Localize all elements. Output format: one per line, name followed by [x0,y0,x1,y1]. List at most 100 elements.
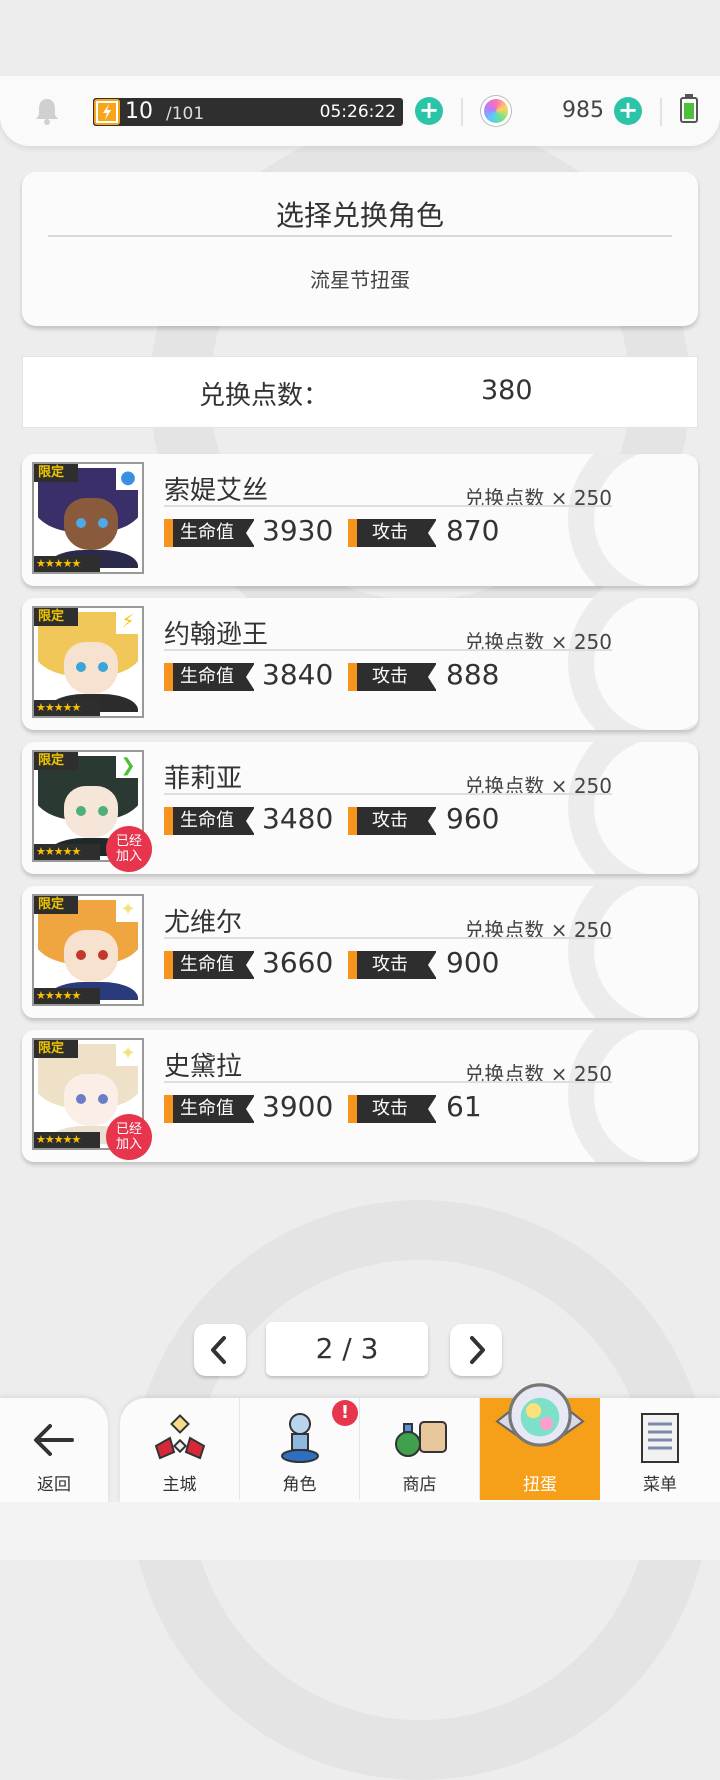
rarity-stars: ★★★★★ [34,556,100,572]
rarity-stars: ★★★★★ [34,988,100,1004]
attack-label: 攻击 [348,951,437,979]
nav-label: 角色 [282,1475,317,1495]
nav-item-menu[interactable]: 菜单 [600,1398,720,1500]
shop-bag-icon [395,1421,447,1457]
menu-list-icon [641,1413,679,1463]
gear-decoration [568,886,698,1018]
gear-decoration [568,454,698,586]
bottom-nav: 主城 ! 角色 商店 扭蛋 菜单 [120,1383,720,1504]
hp-label: 生命值 [164,807,255,835]
divider [164,793,612,795]
gem-count: 985 [562,98,604,123]
lightning-icon [94,99,120,125]
footer-bar [0,1502,720,1560]
stamina-bar: 10 /101 05:26:22 [93,98,403,126]
attack-label: 攻击 [348,807,437,835]
character-name: 尤维尔 [164,908,243,938]
divider [660,98,662,126]
divider [461,98,463,126]
back-button[interactable]: 返回 [0,1398,108,1504]
stamina-current: 10 [125,99,153,124]
limited-tag: 限定 [34,896,78,914]
character-row[interactable]: 限定 ❯ ★★★★★ 已经 加入 菲莉亚 兑换点数 × 250 生命值 3480 … [22,742,698,874]
prev-page-button[interactable] [194,1324,246,1376]
page-title: 选择兑换角色 [275,199,444,232]
back-label: 返回 [37,1475,71,1495]
nav-label: 商店 [402,1475,437,1495]
hp-label: 生命值 [164,951,255,979]
stamina-timer: 05:26:22 [319,102,396,122]
character-name: 菲莉亚 [164,764,243,794]
chevron-right-icon [470,1336,485,1364]
attack-value: 960 [446,802,500,835]
page-indicator: 2 / 3 [266,1322,428,1376]
element-light-icon: ✦ [116,898,140,922]
arrow-left-icon [34,1424,74,1456]
attack-label: 攻击 [348,519,437,547]
joined-badge: 已经 加入 [106,1114,152,1160]
hp-value: 3480 [262,802,334,835]
hp-label: 生命值 [164,1095,255,1123]
bell-icon[interactable] [32,96,62,126]
exchange-points-box: 兑换点数： 380 [22,356,698,428]
attack-value: 900 [446,946,500,979]
hp-value: 3660 [262,946,334,979]
character-row[interactable]: 限定 ✦ ★★★★★ 已经 加入 史黛拉 兑换点数 × 250 生命值 3900 … [22,1030,698,1162]
alert-badge: ! [332,1400,358,1426]
gear-decoration [568,598,698,730]
character-portrait: 限定 ✦ ★★★★★ [32,894,144,1006]
character-name: 索媞艾丝 [164,476,269,506]
limited-tag: 限定 [34,608,78,626]
gear-decoration [568,742,698,874]
rarity-stars: ★★★★★ [34,700,100,716]
divider [164,505,612,507]
hp-value: 3930 [262,514,334,547]
exchange-points-label: 兑换点数： [199,381,330,411]
nav-item-main-city[interactable]: 主城 [120,1398,240,1500]
element-water-icon: ● [116,466,140,490]
character-portrait: 限定 ● ★★★★★ [32,462,144,574]
divider [164,937,612,939]
rarity-stars: ★★★★★ [34,1132,100,1148]
attack-label: 攻击 [348,663,437,691]
nav-label: 菜单 [643,1475,677,1495]
hp-label: 生命值 [164,519,255,547]
divider [164,649,612,651]
add-gems-button[interactable]: + [614,97,642,125]
divider [164,1081,612,1083]
hp-label: 生命值 [164,663,255,691]
element-light-icon: ✦ [116,1042,140,1066]
attack-value: 61 [446,1090,482,1123]
gear-decoration [568,1030,698,1162]
gacha-name: 流星节扭蛋 [310,268,410,292]
nav-item-characters[interactable]: ! 角色 [240,1398,360,1500]
character-portrait: 限定 ⚡ ★★★★★ [32,606,144,718]
nav-item-shop[interactable]: 商店 [360,1398,480,1500]
character-icon [281,1413,319,1463]
nav-label: 主城 [162,1475,197,1495]
divider [48,235,672,237]
add-stamina-button[interactable]: + [415,97,443,125]
nav-label: 扭蛋 [523,1475,557,1495]
limited-tag: 限定 [34,464,78,482]
attack-value: 870 [446,514,500,547]
character-name: 约翰逊王 [164,620,269,650]
header-panel: 选择兑换角色 流星节扭蛋 [22,172,698,326]
attack-value: 888 [446,658,500,691]
next-page-button[interactable] [450,1324,502,1376]
attack-label: 攻击 [348,1095,437,1123]
chevron-left-icon [211,1336,226,1364]
gem-icon [481,96,511,126]
character-row[interactable]: 限定 ⚡ ★★★★★ 约翰逊王 兑换点数 × 250 生命值 3840 攻击 8… [22,598,698,730]
castle-icon [154,1414,206,1460]
limited-tag: 限定 [34,752,78,770]
stamina-max: /101 [166,104,205,124]
nav-item-gacha[interactable]: 扭蛋 [480,1383,600,1500]
rarity-stars: ★★★★★ [34,844,100,860]
character-row[interactable]: 限定 ✦ ★★★★★ 尤维尔 兑换点数 × 250 生命值 3660 攻击 90… [22,886,698,1018]
element-thunder-icon: ⚡ [116,610,140,634]
gacha-crystal-icon [495,1383,585,1447]
joined-badge: 已经 加入 [106,826,152,872]
character-row[interactable]: 限定 ● ★★★★★ 索媞艾丝 兑换点数 × 250 生命值 3930 攻击 8… [22,454,698,586]
battery-icon [680,94,698,123]
